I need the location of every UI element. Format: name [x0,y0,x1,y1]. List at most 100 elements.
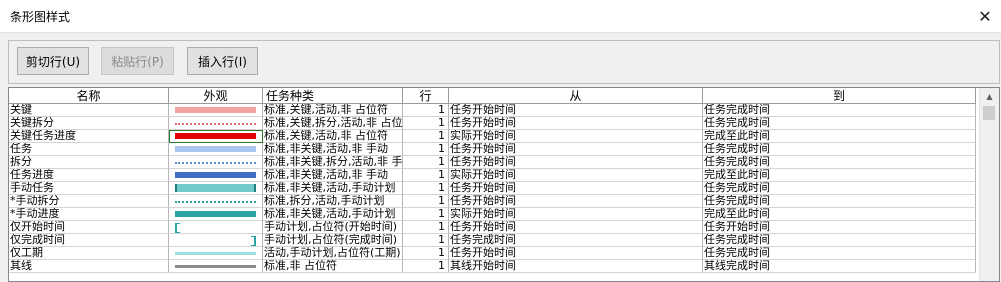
cell-to[interactable]: 任务完成时间 [703,143,976,156]
cell-task-type[interactable]: 标准,非关键,活动,非 手动 [263,143,403,156]
cell-task-type[interactable]: 标准,非关键,活动,非 手动 [263,169,403,182]
appearance-swatch[interactable] [169,221,263,234]
cell-name[interactable]: 拆分 [9,156,169,169]
table-row[interactable]: *手动进度 标准,非关键,活动,手动计划 1 实际开始时间 完成至此时间 [9,208,976,221]
cell-from[interactable]: 其线开始时间 [449,260,703,273]
appearance-swatch[interactable] [169,182,263,195]
table-row[interactable]: 拆分 标准,非关键,拆分,活动,非 手动 1 任务开始时间 任务完成时间 [9,156,976,169]
table-row[interactable]: 关键拆分 标准,关键,拆分,活动,非 占位符 1 任务开始时间 任务完成时间 [9,117,976,130]
appearance-swatch[interactable] [169,169,263,182]
cell-to[interactable]: 任务完成时间 [703,195,976,208]
column-header-row[interactable]: 行 [403,88,449,104]
cell-name[interactable]: 任务 [9,143,169,156]
column-header-name[interactable]: 名称 [9,88,169,104]
insert-row-button[interactable]: 插入行(I) [187,47,258,75]
table-row[interactable]: 仅开始时间 手动计划,占位符(开始时间) 1 任务开始时间 任务开始时间 [9,221,976,234]
cell-name[interactable]: 仅开始时间 [9,221,169,234]
cut-row-button[interactable]: 剪切行(U) [17,47,89,75]
appearance-swatch[interactable] [169,143,263,156]
cell-task-type[interactable]: 手动计划,占位符(开始时间) [263,221,403,234]
cell-from[interactable]: 实际开始时间 [449,208,703,221]
cell-to[interactable]: 完成至此时间 [703,208,976,221]
cell-from[interactable]: 实际开始时间 [449,130,703,143]
appearance-swatch[interactable] [169,156,263,169]
cell-task-type[interactable]: 标准,关键,拆分,活动,非 占位符 [263,117,403,130]
cell-from[interactable]: 任务完成时间 [449,234,703,247]
cell-from[interactable]: 任务开始时间 [449,143,703,156]
cell-row[interactable]: 1 [403,156,449,169]
appearance-swatch[interactable] [169,247,263,260]
cell-task-type[interactable]: 标准,非关键,活动,手动计划 [263,182,403,195]
cell-to[interactable]: 任务完成时间 [703,156,976,169]
cell-row[interactable]: 1 [403,247,449,260]
appearance-swatch[interactable] [169,117,263,130]
column-header-task-type[interactable]: 任务种类 [263,88,403,104]
table-row[interactable]: 仅工期 活动,手动计划,占位符(工期) 1 任务开始时间 任务完成时间 [9,247,976,260]
table-row[interactable]: 关键任务进度 标准,关键,活动,非 占位符 1 实际开始时间 完成至此时间 [9,130,976,143]
cell-name[interactable]: *手动拆分 [9,195,169,208]
cell-to[interactable]: 任务开始时间 [703,221,976,234]
cell-row[interactable]: 1 [403,117,449,130]
cell-to[interactable]: 任务完成时间 [703,247,976,260]
appearance-swatch[interactable] [169,234,263,247]
cell-from[interactable]: 任务开始时间 [449,221,703,234]
cell-to[interactable]: 任务完成时间 [703,234,976,247]
cell-row[interactable]: 1 [403,221,449,234]
cell-row[interactable]: 1 [403,234,449,247]
appearance-swatch[interactable] [169,260,263,273]
cell-from[interactable]: 任务开始时间 [449,156,703,169]
cell-name[interactable]: 手动任务 [9,182,169,195]
cell-name[interactable]: 任务进度 [9,169,169,182]
cell-task-type[interactable]: 手动计划,占位符(完成时间) [263,234,403,247]
cell-row[interactable]: 1 [403,260,449,273]
cell-name[interactable]: 仅完成时间 [9,234,169,247]
cell-name[interactable]: 其线 [9,260,169,273]
close-icon[interactable]: ✕ [969,0,1001,32]
table-row[interactable]: 任务进度 标准,非关键,活动,非 手动 1 实际开始时间 完成至此时间 [9,169,976,182]
appearance-swatch[interactable] [169,208,263,221]
cell-task-type[interactable]: 标准,非 占位符 [263,260,403,273]
appearance-swatch[interactable] [169,130,263,143]
cell-name[interactable]: 关键任务进度 [9,130,169,143]
column-header-appearance[interactable]: 外观 [169,88,263,104]
cell-from[interactable]: 任务开始时间 [449,117,703,130]
cell-row[interactable]: 1 [403,130,449,143]
appearance-swatch[interactable] [169,104,263,117]
cell-task-type[interactable]: 标准,非关键,拆分,活动,非 手动 [263,156,403,169]
cell-from[interactable]: 实际开始时间 [449,169,703,182]
cell-from[interactable]: 任务开始时间 [449,104,703,117]
table-row[interactable]: 任务 标准,非关键,活动,非 手动 1 任务开始时间 任务完成时间 [9,143,976,156]
appearance-swatch[interactable] [169,195,263,208]
cell-row[interactable]: 1 [403,143,449,156]
cell-task-type[interactable]: 标准,关键,活动,非 占位符 [263,104,403,117]
cell-name[interactable]: *手动进度 [9,208,169,221]
cell-name[interactable]: 仅工期 [9,247,169,260]
cell-task-type[interactable]: 标准,非关键,活动,手动计划 [263,208,403,221]
cell-to[interactable]: 其线完成时间 [703,260,976,273]
table-row[interactable]: 仅完成时间 手动计划,占位符(完成时间) 1 任务完成时间 任务完成时间 [9,234,976,247]
cell-to[interactable]: 任务完成时间 [703,117,976,130]
table-row[interactable]: 其线 标准,非 占位符 1 其线开始时间 其线完成时间 [9,260,976,273]
cell-row[interactable]: 1 [403,182,449,195]
cell-from[interactable]: 任务开始时间 [449,182,703,195]
scrollbar-thumb[interactable] [983,106,995,120]
cell-task-type[interactable]: 标准,关键,活动,非 占位符 [263,130,403,143]
cell-row[interactable]: 1 [403,169,449,182]
cell-row[interactable]: 1 [403,195,449,208]
cell-to[interactable]: 完成至此时间 [703,169,976,182]
table-row[interactable]: 关键 标准,关键,活动,非 占位符 1 任务开始时间 任务完成时间 [9,104,976,117]
cell-task-type[interactable]: 标准,拆分,活动,手动计划 [263,195,403,208]
cell-task-type[interactable]: 活动,手动计划,占位符(工期) [263,247,403,260]
table-row[interactable]: *手动拆分 标准,拆分,活动,手动计划 1 任务开始时间 任务完成时间 [9,195,976,208]
cell-to[interactable]: 完成至此时间 [703,130,976,143]
cell-to[interactable]: 任务完成时间 [703,182,976,195]
cell-name[interactable]: 关键拆分 [9,117,169,130]
column-header-to[interactable]: 到 [703,88,976,104]
vertical-scrollbar[interactable]: ▲ [979,88,999,281]
scroll-up-arrow-icon[interactable]: ▲ [980,88,999,105]
cell-to[interactable]: 任务完成时间 [703,104,976,117]
table-row[interactable]: 手动任务 标准,非关键,活动,手动计划 1 任务开始时间 任务完成时间 [9,182,976,195]
column-header-from[interactable]: 从 [449,88,703,104]
cell-from[interactable]: 任务开始时间 [449,247,703,260]
cell-name[interactable]: 关键 [9,104,169,117]
